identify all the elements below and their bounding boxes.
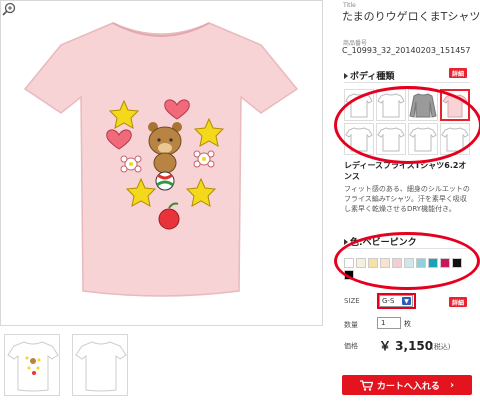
tshirt-illustration [23, 22, 299, 297]
color-swatch[interactable] [452, 258, 462, 268]
body-type-grid [344, 89, 470, 159]
body-option-ladies-tee-selected[interactable] [440, 89, 470, 121]
color-swatch[interactable] [428, 258, 438, 268]
quantity-input[interactable]: 1 [377, 317, 401, 329]
color-swatch[interactable] [440, 258, 450, 268]
body-type-heading-label: ボディ種類 [350, 72, 395, 82]
triangle-right-icon [344, 72, 348, 79]
body-option-gray-longsleeve[interactable] [408, 89, 438, 121]
color-swatch[interactable] [356, 258, 366, 268]
body-option-white-tee-6[interactable] [440, 123, 470, 155]
chevron-down-icon[interactable]: ▼ [402, 297, 411, 305]
size-detail-button[interactable]: 詳細 [449, 297, 467, 307]
color-swatch[interactable] [404, 258, 414, 268]
color-swatch[interactable] [344, 258, 354, 268]
size-label: SIZE [344, 297, 360, 305]
quantity-unit: 枚 [404, 320, 411, 328]
size-select[interactable]: G-S ▼ [379, 295, 413, 307]
body-option-white-tee-2[interactable] [376, 89, 406, 121]
color-swatch[interactable] [416, 258, 426, 268]
body-option-white-tee-4[interactable] [376, 123, 406, 155]
body-type-description: フィット感のある、細身のシルエットのフライス編みTシャツ。汗を素早く吸収し素早く… [344, 185, 470, 213]
thumbnail-back[interactable] [72, 334, 128, 396]
color-heading-label: 色:ベビーピンク [350, 238, 417, 248]
price-label: 価格 [344, 342, 358, 350]
size-select-value: G-S [382, 297, 395, 305]
chevron-right-icon: › [449, 379, 455, 391]
color-swatch[interactable] [380, 258, 390, 268]
quantity-label: 数量 [344, 321, 358, 329]
add-to-cart-button[interactable]: カートへ入れる › [342, 375, 472, 395]
body-option-white-tee-3[interactable] [344, 123, 374, 155]
triangle-right-icon [344, 238, 348, 245]
color-swatch[interactable] [392, 258, 402, 268]
body-type-detail-button[interactable]: 詳細 [449, 68, 467, 78]
cart-icon [359, 379, 373, 391]
thumbnail-front[interactable] [4, 334, 60, 396]
add-to-cart-label: カートへ入れる [376, 381, 440, 392]
product-code: C_10993_32_20140203_151457 [342, 46, 471, 55]
price-tax-note: (税込) [431, 343, 451, 351]
body-type-name: レディースプライスTシャツ6.2オンス [344, 161, 467, 181]
body-option-white-tee[interactable] [344, 89, 374, 121]
color-swatch[interactable] [368, 258, 378, 268]
body-option-white-tee-5[interactable] [408, 123, 438, 155]
zoom-icon[interactable] [1, 1, 17, 17]
main-product-image[interactable] [0, 0, 323, 326]
color-heading: 色:ベビーピンク [344, 235, 470, 249]
product-title: たまのりウゲロくまTシャツ [342, 10, 480, 23]
price-value: ￥ 3,150 [379, 339, 434, 353]
color-swatches [344, 258, 464, 280]
color-swatch[interactable] [344, 270, 354, 280]
